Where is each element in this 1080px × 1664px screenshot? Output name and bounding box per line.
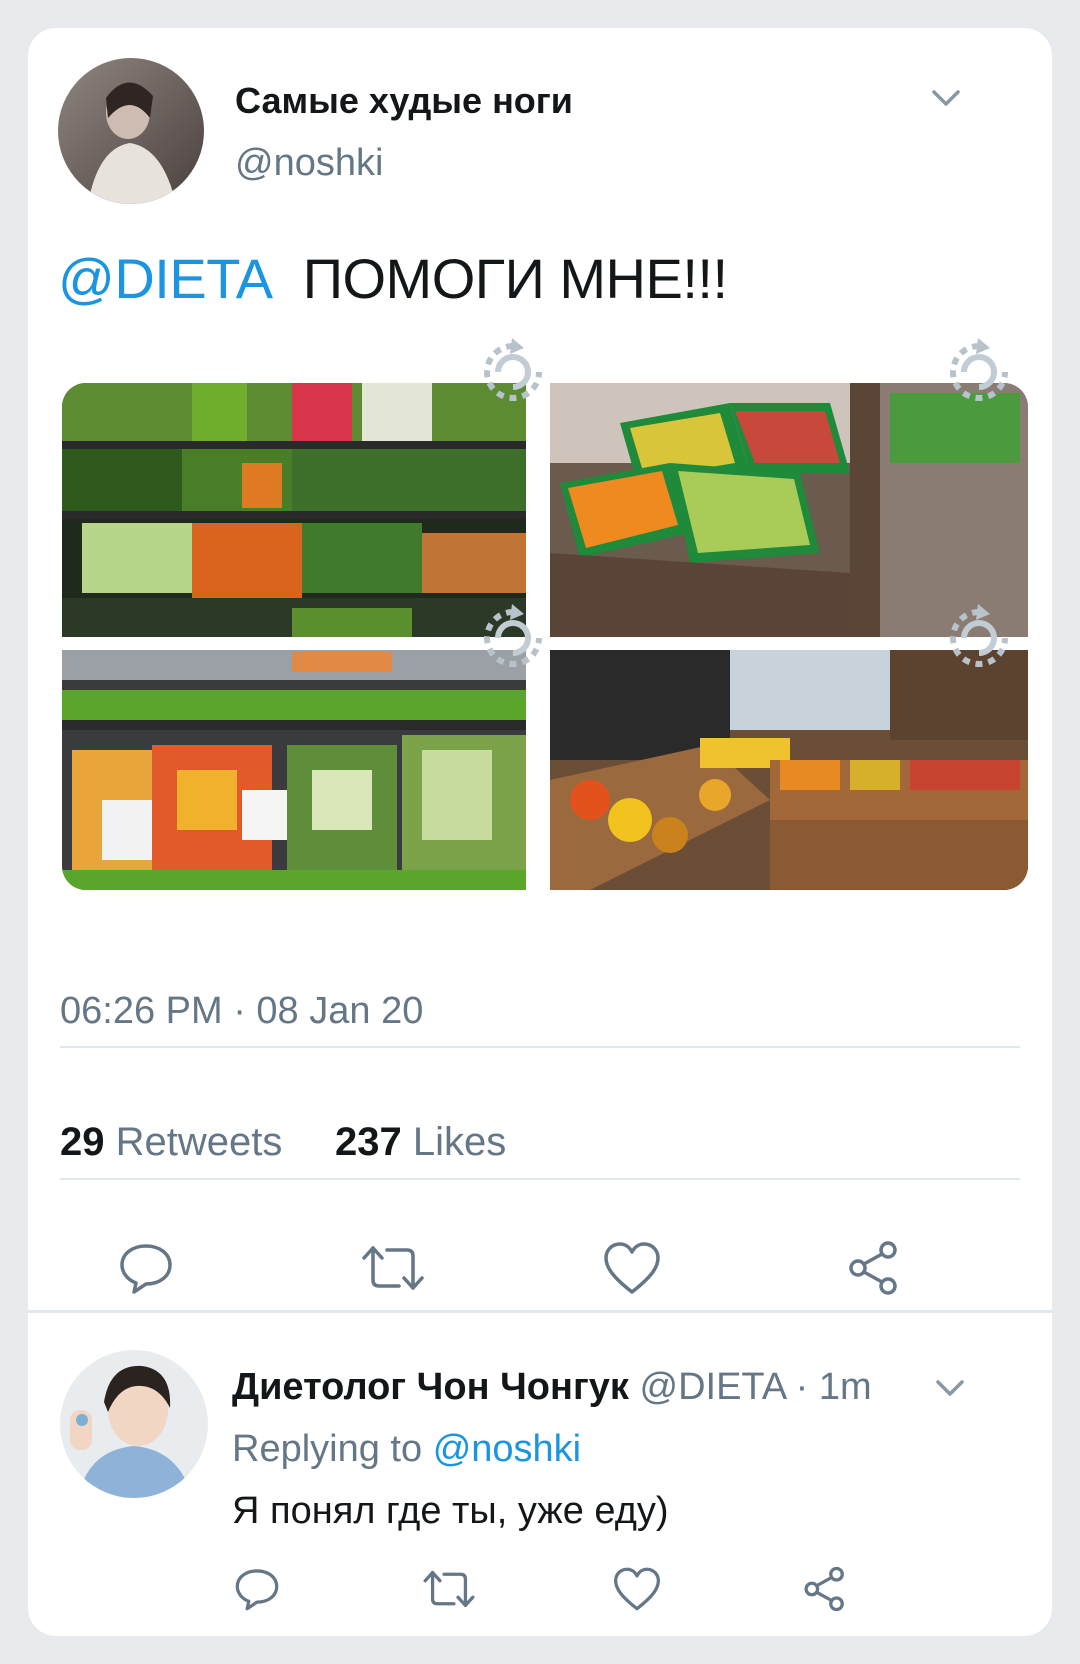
likes-stat[interactable]: 237 Likes [335,1120,506,1165]
retweet-button[interactable] [420,1564,478,1614]
retweets-count: 29 [60,1120,105,1164]
packaged-vegetables-photo[interactable] [62,650,526,890]
like-button[interactable] [600,1238,664,1298]
mention-link[interactable]: @DIETA [58,247,273,310]
divider [60,1046,1020,1048]
tweet-text: @DIETA ПОМОГИ МНЕ!!! [58,246,728,311]
reply-icon [120,1244,172,1294]
author-name[interactable]: Самые худые ноги [235,80,573,122]
rotate-icon[interactable] [942,602,1016,676]
share-icon [849,1241,897,1295]
like-button[interactable] [610,1564,664,1614]
reply-button[interactable] [116,1238,176,1298]
share-button[interactable] [844,1238,904,1298]
retweet-icon [362,1246,424,1290]
share-icon [804,1566,844,1612]
likes-label: Likes [412,1120,507,1164]
reply-text: Я понял где ты, уже еду) [232,1490,669,1532]
reply-time: · 1m [785,1366,872,1408]
fruit-crates-photo[interactable] [550,383,1028,637]
author-avatar[interactable] [58,58,204,204]
replying-to: Replying to @noshki [232,1428,581,1471]
retweet-icon [423,1570,475,1608]
divider [60,1178,1020,1180]
rotate-icon[interactable] [942,336,1016,410]
chevron-down-icon[interactable] [926,78,966,118]
retweets-stat[interactable]: 29 Retweets [60,1120,282,1165]
tweet-timestamp[interactable]: 06:26 PM · 08 Jan 20 [60,990,423,1033]
thread-separator [28,1310,1052,1313]
reply-author-avatar[interactable] [60,1350,208,1498]
likes-count: 237 [335,1120,402,1164]
reply-icon [235,1569,279,1611]
share-button[interactable] [800,1564,850,1614]
grocery-store-photo[interactable] [550,650,1028,890]
like-icon [614,1567,660,1611]
author-handle[interactable]: @noshki [235,142,383,185]
produce-shelf-photo[interactable] [62,383,526,637]
tweet-body: ПОМОГИ МНЕ!!! [302,247,728,310]
reply-author-handle[interactable]: @DIETA [640,1366,786,1408]
rotate-icon[interactable] [476,336,550,410]
chevron-down-icon[interactable] [930,1368,970,1408]
reply-author-name[interactable]: Диетолог Чон Чонгук [232,1366,629,1408]
rotate-icon[interactable] [476,602,550,676]
replying-to-link[interactable]: @noshki [433,1428,581,1470]
reply-button[interactable] [232,1564,282,1614]
reply-header: Диетолог Чон Чонгук @DIETA · 1m [232,1366,872,1409]
like-icon [604,1242,660,1294]
tweet-card: Самые худые ноги @noshki @DIETA ПОМОГИ М… [28,28,1052,1636]
retweets-label: Retweets [115,1120,283,1164]
replying-prefix: Replying to [232,1428,423,1470]
retweet-button[interactable] [358,1238,428,1298]
